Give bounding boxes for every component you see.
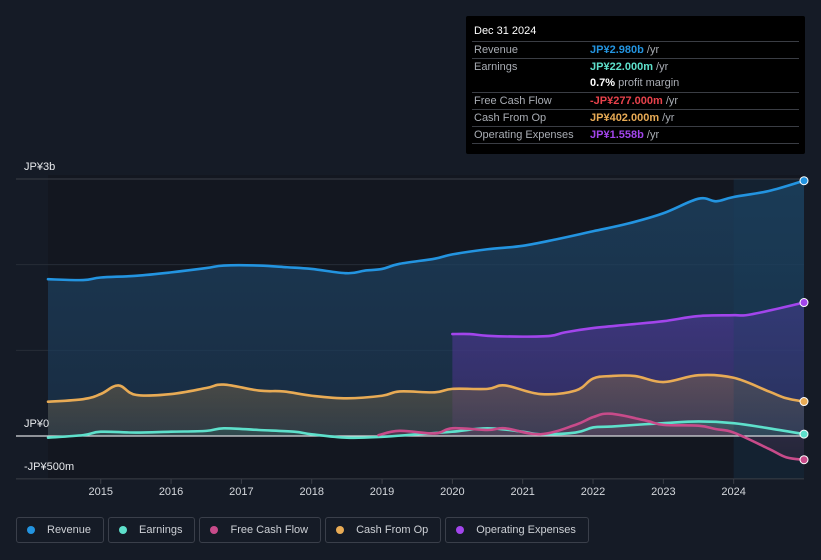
tooltip-label: Operating Expenses bbox=[474, 129, 574, 141]
tooltip-row-earnings: Earnings JP¥22.000m /yr bbox=[472, 58, 799, 76]
y-tick-label-zero: JP¥0 bbox=[24, 418, 49, 430]
tooltip-value: JP¥2.980b /yr bbox=[590, 44, 659, 56]
tooltip-value: JP¥22.000m /yr bbox=[590, 61, 668, 73]
tooltip-divider bbox=[472, 143, 799, 144]
tooltip-date: Dec 31 2024 bbox=[474, 25, 537, 37]
tooltip-value-text: JP¥22.000m bbox=[590, 61, 653, 73]
x-tick-label: 2024 bbox=[721, 486, 745, 498]
tooltip-unit: profit margin bbox=[615, 77, 680, 89]
tooltip-row-cash-from-op: Cash From Op JP¥402.000m /yr bbox=[472, 109, 799, 127]
x-tick-label: 2019 bbox=[370, 486, 394, 498]
tooltip-label: Free Cash Flow bbox=[474, 95, 552, 107]
tooltip-row-operating-expenses: Operating Expenses JP¥1.558b /yr bbox=[472, 126, 799, 144]
legend-dot-icon bbox=[119, 526, 128, 534]
tooltip: Dec 31 2024 Revenue JP¥2.980b /yr Earnin… bbox=[466, 16, 805, 154]
y-tick-label-bottom: -JP¥500m bbox=[24, 461, 74, 473]
legend-dot-icon bbox=[27, 526, 35, 534]
legend-label: Cash From Op bbox=[356, 524, 429, 536]
tooltip-unit: /yr bbox=[643, 44, 660, 56]
tooltip-row-profit-margin: 0.7% profit margin bbox=[472, 75, 799, 92]
endpoint-revenue bbox=[799, 176, 809, 186]
legend-label: Operating Expenses bbox=[476, 524, 576, 536]
legend-item-revenue[interactable]: Revenue bbox=[16, 517, 105, 543]
x-tick-label: 2018 bbox=[299, 486, 323, 498]
legend: Revenue Earnings Free Cash Flow Cash Fro… bbox=[16, 517, 589, 543]
legend-label: Free Cash Flow bbox=[230, 524, 309, 536]
tooltip-unit: /yr bbox=[659, 112, 675, 124]
legend-item-cash-from-op[interactable]: Cash From Op bbox=[325, 517, 442, 543]
legend-label: Revenue bbox=[47, 524, 92, 536]
endpoint-free-cash-flow bbox=[799, 455, 809, 465]
legend-dot-icon bbox=[210, 526, 219, 534]
tooltip-label: Earnings bbox=[474, 61, 518, 73]
tooltip-label: Cash From Op bbox=[474, 112, 547, 124]
x-tick-label: 2022 bbox=[581, 486, 605, 498]
legend-item-operating-expenses[interactable]: Operating Expenses bbox=[445, 517, 589, 543]
x-tick-label: 2023 bbox=[651, 486, 675, 498]
tooltip-value-text: JP¥402.000m bbox=[590, 112, 660, 124]
x-tick-label: 2016 bbox=[159, 486, 183, 498]
x-tick-label: 2020 bbox=[440, 486, 464, 498]
tooltip-label: Revenue bbox=[474, 44, 519, 56]
tooltip-value-text: JP¥1.558b bbox=[590, 129, 644, 141]
tooltip-value-text: JP¥2.980b bbox=[590, 44, 644, 56]
legend-dot-icon bbox=[456, 526, 465, 534]
tooltip-value: JP¥1.558b /yr bbox=[590, 129, 659, 141]
tooltip-row-revenue: Revenue JP¥2.980b /yr bbox=[472, 41, 799, 59]
tooltip-unit: /yr bbox=[662, 95, 679, 107]
tooltip-value: JP¥402.000m /yr bbox=[590, 112, 674, 124]
legend-item-free-cash-flow[interactable]: Free Cash Flow bbox=[199, 517, 322, 543]
x-tick-label: 2015 bbox=[89, 486, 113, 498]
tooltip-value-text: 0.7% bbox=[590, 77, 616, 89]
legend-dot-icon bbox=[336, 526, 345, 534]
x-tick-label: 2017 bbox=[229, 486, 253, 498]
tooltip-unit: /yr bbox=[643, 129, 660, 141]
legend-item-earnings[interactable]: Earnings bbox=[108, 517, 196, 543]
legend-label: Earnings bbox=[139, 524, 183, 536]
tooltip-unit: /yr bbox=[653, 61, 669, 73]
endpoint-cash-from-op bbox=[799, 397, 809, 407]
x-tick-label: 2021 bbox=[510, 486, 534, 498]
y-tick-label-top: JP¥3b bbox=[24, 161, 55, 173]
endpoint-earnings bbox=[799, 429, 809, 439]
tooltip-value: 0.7% profit margin bbox=[590, 77, 679, 89]
forecast-highlight-region bbox=[733, 179, 804, 479]
tooltip-row-free-cash-flow: Free Cash Flow -JP¥277.000m /yr bbox=[472, 92, 799, 110]
tooltip-value-text: -JP¥277.000m bbox=[590, 95, 663, 107]
endpoint-operating-expenses bbox=[799, 298, 809, 308]
tooltip-value: -JP¥277.000m /yr bbox=[590, 95, 678, 107]
